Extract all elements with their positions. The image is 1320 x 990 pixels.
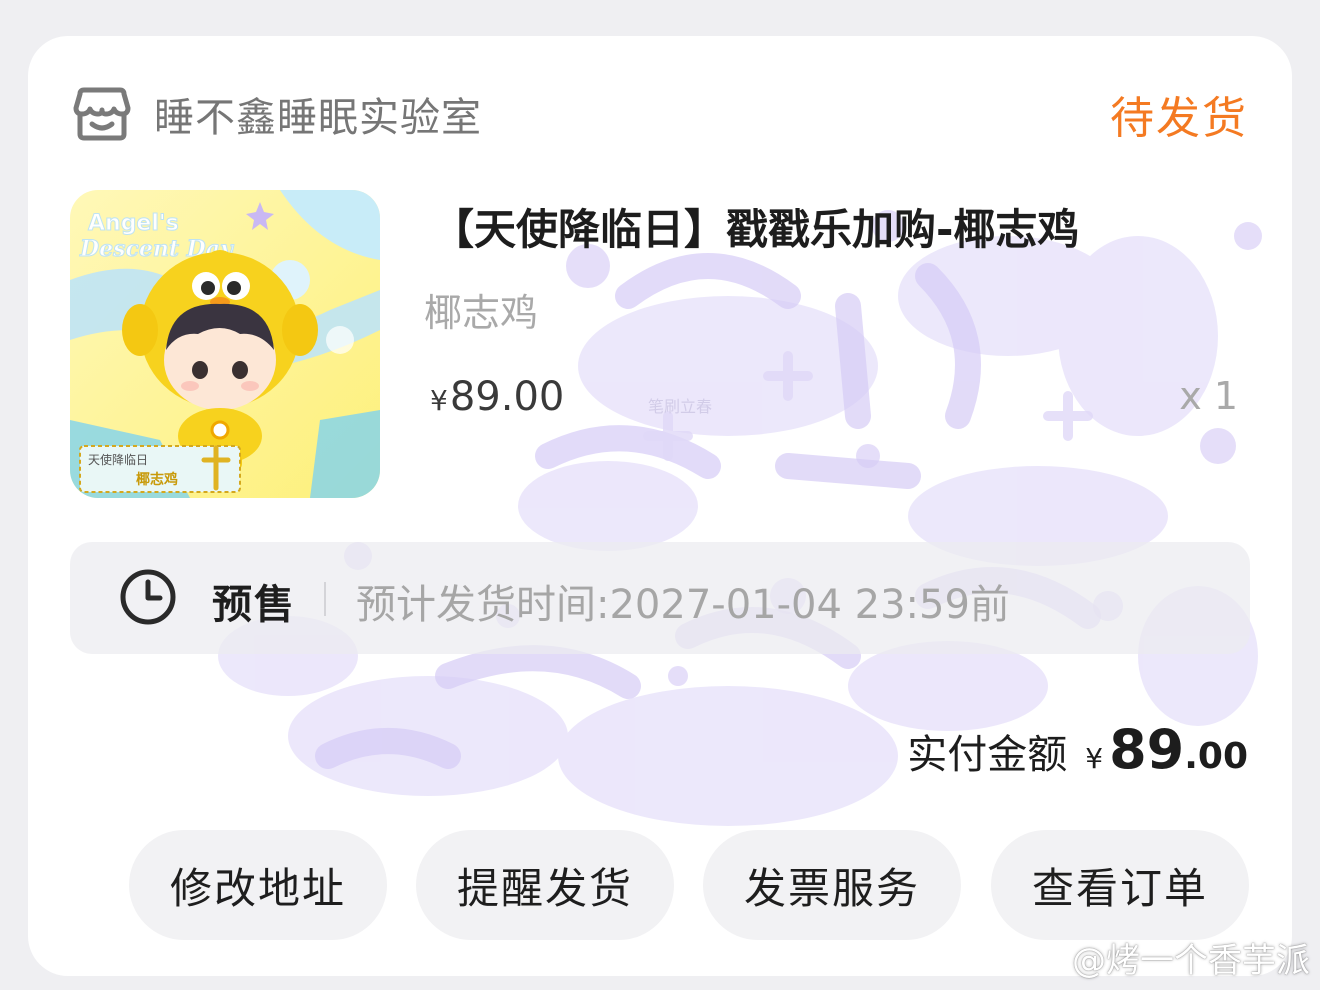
- watermark-handle: @烤一个香芋派: [1072, 941, 1310, 981]
- presale-bar: 预售 预计发货时间:2027-01-04 23:59前: [70, 542, 1250, 654]
- order-status: 待发货: [1110, 93, 1248, 144]
- shop-name[interactable]: 睡不鑫睡眠实验室: [154, 85, 482, 143]
- thumb-tag-line2: 椰志鸡: [136, 471, 178, 488]
- paid-amount-integer: 89: [1109, 718, 1185, 781]
- shop-row[interactable]: 睡不鑫睡眠实验室: [72, 82, 482, 146]
- presale-divider: [324, 582, 326, 616]
- view-order-button[interactable]: 查看订单: [991, 830, 1249, 940]
- weibo-watermark: @烤一个香芋派: [1022, 933, 1310, 982]
- paid-amount-label: 实付金额: [907, 732, 1068, 778]
- product-image: Angel's Descent Day 天使降临日 椰志鸡: [70, 190, 380, 498]
- product-price: ¥89.00: [430, 374, 564, 420]
- price-value: 89.00: [449, 374, 565, 420]
- product-quantity: x 1: [1179, 374, 1238, 418]
- weibo-logo-icon: [1023, 944, 1064, 974]
- modify-address-button[interactable]: 修改地址: [129, 830, 387, 940]
- product-thumbnail[interactable]: Angel's Descent Day 天使降临日 椰志鸡: [70, 190, 380, 498]
- presale-label: 预售: [212, 582, 296, 628]
- paid-amount-row: 实付金额 ¥ 89 .00: [907, 718, 1248, 781]
- order-card[interactable]: 笔刷立春 睡不鑫睡眠实验室 待发货 Angel's Descent Day 天使…: [28, 36, 1292, 976]
- clock-icon: [120, 569, 176, 625]
- paid-amount-decimal: .00: [1184, 736, 1248, 777]
- thumb-tag-line1: 天使降临日: [88, 452, 148, 467]
- paid-currency: ¥: [1085, 742, 1104, 775]
- remind-shipping-button[interactable]: 提醒发货: [416, 830, 674, 940]
- shop-icon: [73, 87, 131, 141]
- bg-watermark-text: 笔刷立春: [648, 397, 712, 416]
- price-currency: ¥: [430, 384, 448, 417]
- product-title[interactable]: 【天使降临日】戳戳乐加购-椰志鸡: [432, 196, 1079, 257]
- thumb-title-line1: Angel's: [88, 211, 179, 236]
- estimated-ship-time: 预计发货时间:2027-01-04 23:59前: [356, 582, 1010, 628]
- invoice-service-button[interactable]: 发票服务: [703, 830, 961, 940]
- product-spec: 椰志鸡: [424, 291, 539, 335]
